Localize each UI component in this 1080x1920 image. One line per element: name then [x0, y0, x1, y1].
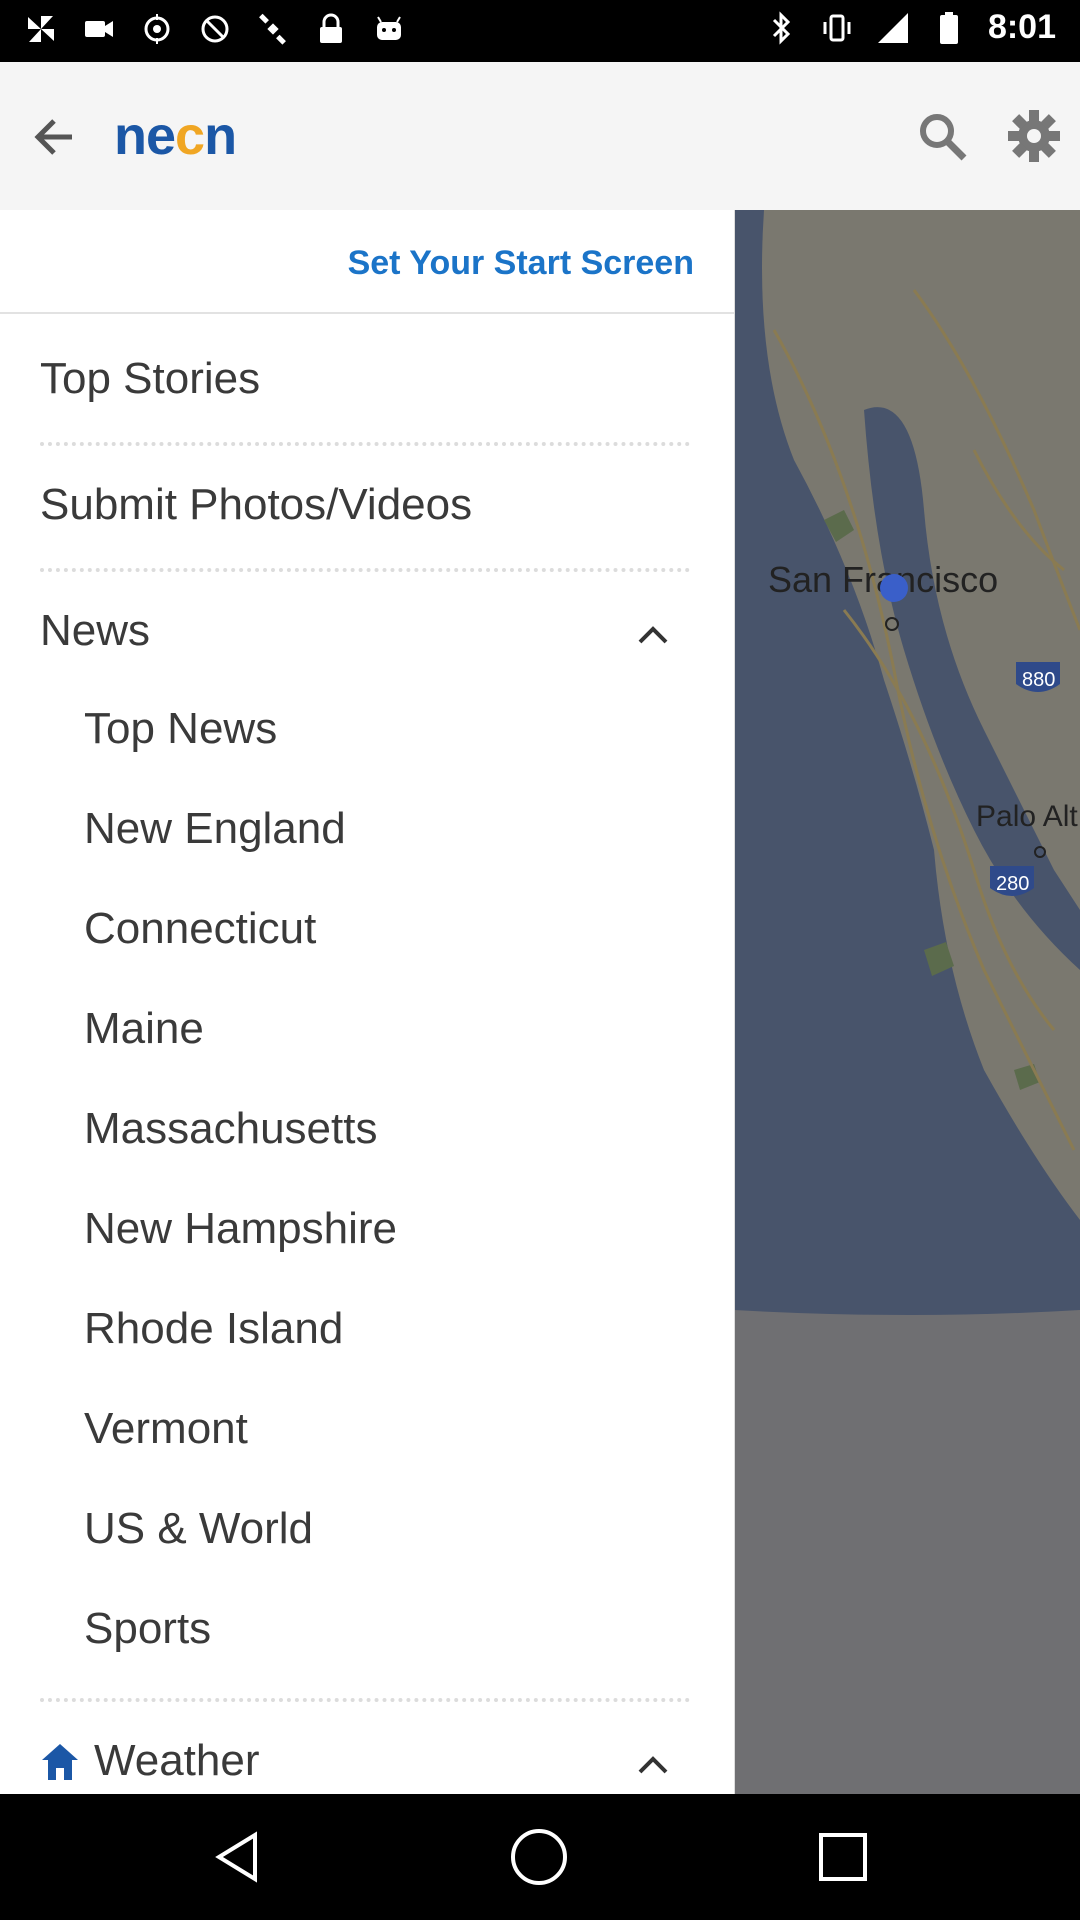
- navigation-drawer: Set Your Start Screen Top Stories Submit…: [0, 210, 735, 1794]
- video-camera-icon: [82, 12, 116, 46]
- chevron-up-icon: [638, 626, 668, 644]
- dotted-divider: [40, 1698, 690, 1702]
- circle-home-icon: [511, 1829, 567, 1885]
- dotted-divider: [40, 442, 690, 446]
- map-label-palo-alto: Palo Alt: [976, 800, 1078, 833]
- menu-item-submit-photos-videos[interactable]: Submit Photos/Videos: [40, 480, 472, 530]
- satellite-icon: [256, 12, 290, 46]
- pinwheel-icon: [24, 12, 58, 46]
- system-icons: 8:01: [764, 8, 1056, 47]
- clock: 8:01: [987, 8, 1056, 46]
- menu-item-top-stories[interactable]: Top Stories: [40, 354, 260, 404]
- search-button[interactable]: [914, 108, 970, 164]
- news-subitem-vermont[interactable]: Vermont: [84, 1404, 248, 1454]
- fake-gps-icon: [140, 12, 174, 46]
- collapse-weather-button[interactable]: [632, 1744, 674, 1786]
- nav-recents-button[interactable]: [808, 1822, 878, 1892]
- nav-home-button[interactable]: [504, 1822, 574, 1892]
- lock-icon: [314, 12, 348, 46]
- menu-item-weather[interactable]: Weather: [94, 1736, 260, 1786]
- map-view[interactable]: San Francisco Palo Alt 880 280: [734, 210, 1080, 1794]
- vibrate-icon: [820, 11, 854, 45]
- system-navigation-bar: [0, 1794, 1080, 1920]
- svg-text:880: 880: [1022, 669, 1055, 691]
- chevron-up-icon: [638, 1756, 668, 1774]
- news-subitem-rhode-island[interactable]: Rhode Island: [84, 1304, 343, 1354]
- arrow-left-icon: [34, 119, 72, 155]
- blocked-icon: [198, 12, 232, 46]
- highway-shield-280: 280: [990, 866, 1034, 896]
- set-start-screen-link[interactable]: Set Your Start Screen: [348, 244, 694, 283]
- highway-shield-880: 880: [1016, 662, 1060, 692]
- necn-logo: necn: [114, 106, 237, 166]
- back-button[interactable]: [28, 110, 82, 164]
- news-subitem-new-hampshire[interactable]: New Hampshire: [84, 1204, 397, 1254]
- notification-icons: [24, 12, 406, 46]
- app-bar: necn: [0, 62, 1080, 211]
- news-subitem-new-england[interactable]: New England: [84, 804, 346, 854]
- news-subitem-top-news[interactable]: Top News: [84, 704, 277, 754]
- dotted-divider: [40, 568, 690, 572]
- collapse-news-button[interactable]: [632, 614, 674, 656]
- nav-back-button[interactable]: [204, 1822, 274, 1892]
- news-subitem-us-world[interactable]: US & World: [84, 1504, 313, 1554]
- svg-text:280: 280: [996, 873, 1029, 895]
- news-subitem-sports[interactable]: Sports: [84, 1604, 211, 1654]
- divider: [0, 312, 734, 314]
- bluetooth-icon: [764, 10, 798, 45]
- news-subitem-connecticut[interactable]: Connecticut: [84, 904, 316, 954]
- home-icon: [38, 1740, 82, 1784]
- search-icon: [920, 114, 967, 161]
- square-recents-icon: [819, 1833, 867, 1881]
- battery-icon: [932, 11, 966, 45]
- menu-item-news[interactable]: News: [40, 606, 150, 656]
- status-bar: 8:01: [0, 0, 1080, 62]
- android-icon: [372, 12, 406, 46]
- settings-button[interactable]: [1006, 108, 1062, 164]
- signal-icon: [876, 11, 910, 45]
- news-subitem-massachusetts[interactable]: Massachusetts: [84, 1104, 377, 1154]
- triangle-back-icon: [215, 1831, 257, 1883]
- gear-icon: [1008, 110, 1060, 162]
- current-location-marker: [880, 574, 908, 602]
- news-subitem-maine[interactable]: Maine: [84, 1004, 204, 1054]
